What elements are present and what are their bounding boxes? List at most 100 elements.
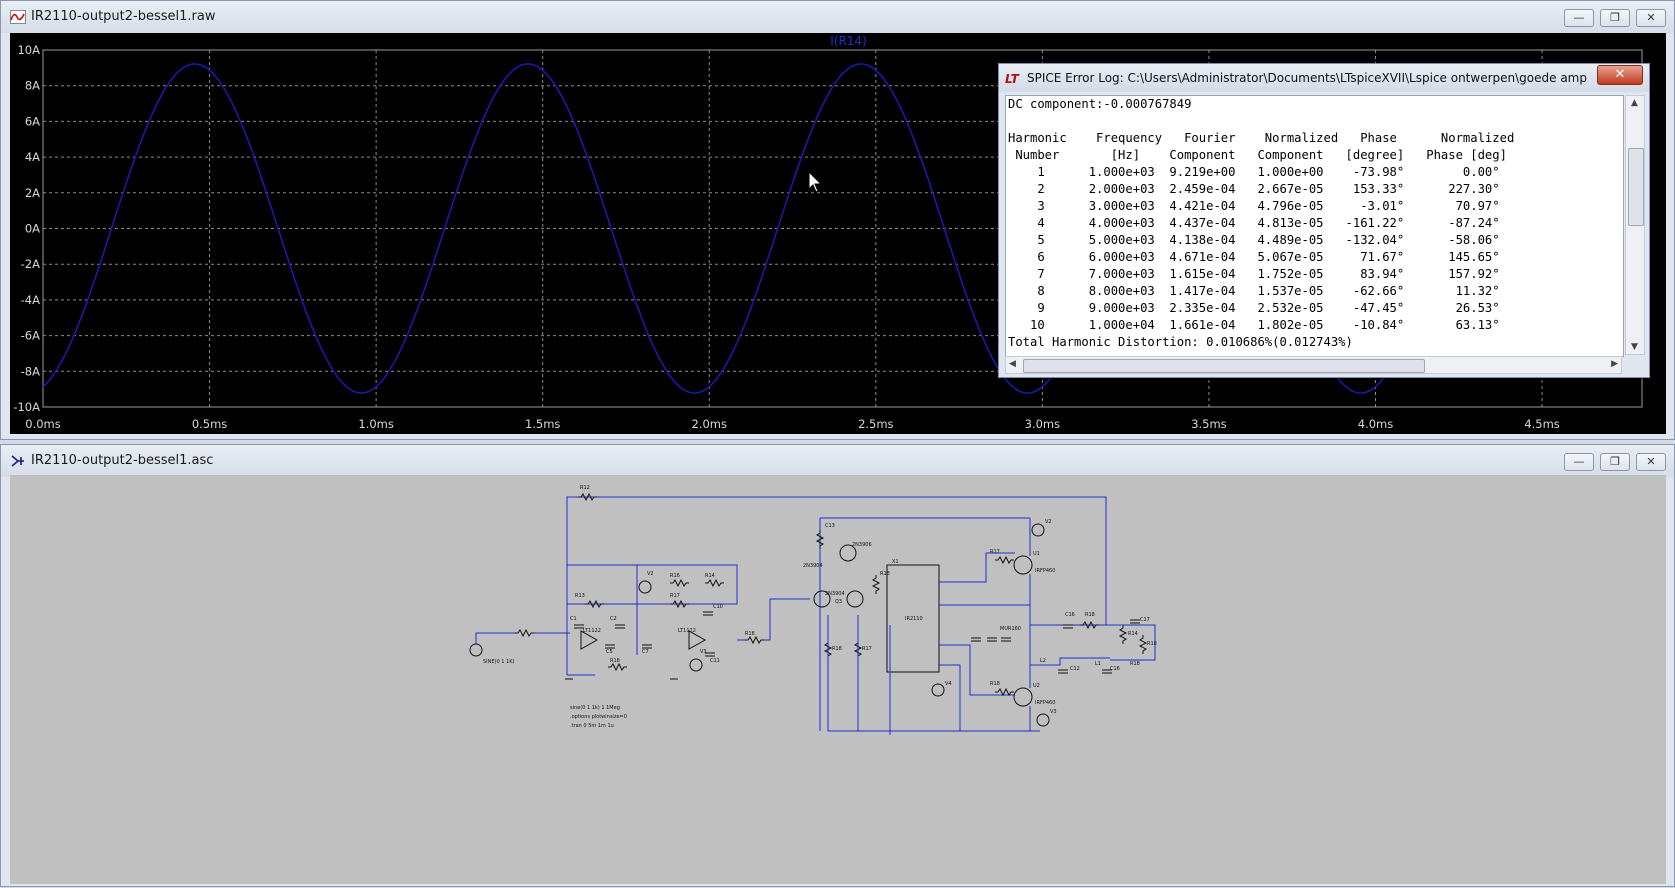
component-label: L1 [1095,661,1101,667]
schematic-drawing[interactable]: R12 SINE(0 1 1K) R13 R16 R14 R17 C1 C2 C5 C7 C10 C1… [10,475,1666,884]
x-tick-label: 1.5ms [525,417,560,431]
x-tick-label: 3.0ms [1025,417,1060,431]
close-button[interactable]: ✕ [1636,9,1666,27]
resistor-symbol[interactable] [578,492,597,502]
component-label: LT1122 [678,628,696,634]
mouse-cursor-icon [808,170,823,193]
scroll-left-icon[interactable]: ◀ [1009,359,1016,369]
waveform-app-icon [10,10,26,24]
component-label: R17 [990,549,1000,555]
restore-button[interactable]: ❐ [1600,453,1630,471]
component-label: IRFP460 [1035,700,1055,706]
y-tick-label: -2A [21,257,40,271]
spice-directive[interactable]: .tran 0 5m 1m 1u [570,723,614,729]
error-log-vertical-scrollbar[interactable]: ▲ ▼ [1625,95,1645,355]
schematic-wire [939,664,961,731]
component-label: C13 [825,523,835,529]
error-log-line [1008,113,1623,130]
spice-error-log-dialog[interactable]: LT SPICE Error Log: C:\Users\Administrat… [998,63,1650,378]
resistor-symbol[interactable] [1080,620,1099,630]
error-log-line: 5 5.000e+03 4.138e-04 4.489e-05 -132.04°… [1008,233,1500,247]
y-tick-label: 0A [25,222,40,236]
y-tick-label: -8A [21,364,40,378]
close-button[interactable]: ✕ [1636,453,1666,471]
resistor-symbol[interactable] [1138,635,1148,654]
y-tick-label: -10A [13,400,40,414]
resistor-symbol[interactable] [871,575,881,594]
component-label: L2 [1040,658,1046,664]
component-label: R17 [862,646,872,652]
voltage-source-symbol[interactable] [1031,523,1045,537]
error-log-text-area[interactable]: DC component:-0.000767849 Harmonic Frequ… [1005,95,1624,357]
component-label: C12 [1070,666,1080,672]
voltage-source-symbol[interactable] [689,658,703,672]
spice-directive[interactable]: .options plotwinsize=0 [570,714,627,720]
error-log-horizontal-scrollbar[interactable]: ◀ ▶ [1005,356,1622,374]
error-log-line: 3 3.000e+03 4.421e-04 4.796e-05 -3.01° 7… [1008,199,1500,213]
component-label: U1 [1033,551,1040,557]
component-label: V3 [1050,709,1057,715]
voltage-source-symbol[interactable] [638,580,652,594]
resistor-symbol[interactable] [705,578,724,588]
y-tick-label: 8A [25,79,40,93]
component-label: 2N3904 [825,591,845,597]
error-log-title: SPICE Error Log: C:\Users\Administrator\… [1027,71,1587,85]
minimize-button[interactable]: — [1564,9,1594,27]
resistor-symbol[interactable] [670,578,689,588]
schematic-titlebar[interactable]: IR2110-output2-bessel1.asc — ❐ ✕ [1,445,1674,477]
component-label: C16 [1110,666,1120,672]
restore-button[interactable]: ❐ [1600,9,1630,27]
resistor-symbol[interactable] [995,687,1014,697]
resistor-symbol[interactable] [515,628,534,638]
transistor-symbol[interactable] [846,590,864,608]
component-label: R18 [1085,612,1095,618]
component-label: IRFP460 [1035,568,1055,574]
minimize-button[interactable]: — [1564,453,1594,471]
voltage-source-symbol[interactable] [1036,713,1050,727]
mosfet-symbol[interactable] [1013,687,1033,707]
component-label: U2 [1033,683,1040,689]
voltage-source-symbol[interactable] [469,643,483,657]
component-label: R16 [745,631,755,637]
y-tick-label: -4A [21,293,40,307]
resistor-symbol[interactable] [745,635,764,645]
component-label: R14 [1128,631,1138,637]
component-label: C17 [1140,617,1150,623]
resistor-symbol[interactable] [670,599,689,609]
scroll-right-icon[interactable]: ▶ [1611,359,1618,369]
schematic-window[interactable]: IR2110-output2-bessel1.asc — ❐ ✕ R12 SINE… [0,444,1675,887]
resistor-symbol[interactable] [1118,625,1128,644]
voltage-source-symbol[interactable] [931,683,945,697]
error-log-line: Harmonic Frequency Fourier Normalized Ph… [1008,131,1515,145]
vertical-scroll-thumb[interactable] [1628,148,1644,226]
scroll-down-icon[interactable]: ▼ [1631,342,1638,352]
x-tick-label: 4.0ms [1358,417,1393,431]
y-tick-label: 10A [17,43,40,57]
component-label: 2N3906 [852,542,872,548]
scroll-up-icon[interactable]: ▲ [1631,98,1638,108]
component-label: C16 [1065,612,1075,618]
mosfet-symbol[interactable] [1013,555,1033,575]
resistor-symbol[interactable] [815,530,825,549]
schematic-wire [764,598,810,641]
component-label: C5 [606,649,613,655]
spice-directive[interactable]: sine(0 1 1k) 1 1Meg [570,705,620,711]
resistor-symbol[interactable] [585,599,604,609]
error-log-close-button[interactable]: ✕ [1597,65,1643,85]
horizontal-scroll-thumb[interactable] [1023,359,1425,373]
component-label: C11 [710,658,720,664]
error-log-content: DC component:-0.000767849 Harmonic Frequ… [1006,96,1623,351]
waveform-titlebar[interactable]: IR2110-output2-bessel1.raw — ❐ ✕ [1,1,1674,33]
trace-label[interactable]: I(R14) [830,34,867,48]
y-tick-label: -6A [21,329,40,343]
error-log-titlebar[interactable]: LT SPICE Error Log: C:\Users\Administrat… [999,64,1649,92]
error-log-line: 8 8.000e+03 1.417e-04 1.537e-05 -62.66° … [1008,284,1500,298]
component-label: LT1122 [583,628,601,634]
component-label: C7 [642,649,649,655]
schematic-canvas[interactable]: R12 SINE(0 1 1K) R13 R16 R14 R17 C1 C2 C5 C7 C10 C1… [10,475,1666,884]
schematic-app-icon [11,455,24,467]
resistor-symbol[interactable] [995,555,1014,565]
error-log-line: 1 1.000e+03 9.219e+00 1.000e+00 -73.98° … [1008,165,1500,179]
y-tick-label: 2A [25,186,40,200]
resistor-symbol[interactable] [608,662,627,672]
